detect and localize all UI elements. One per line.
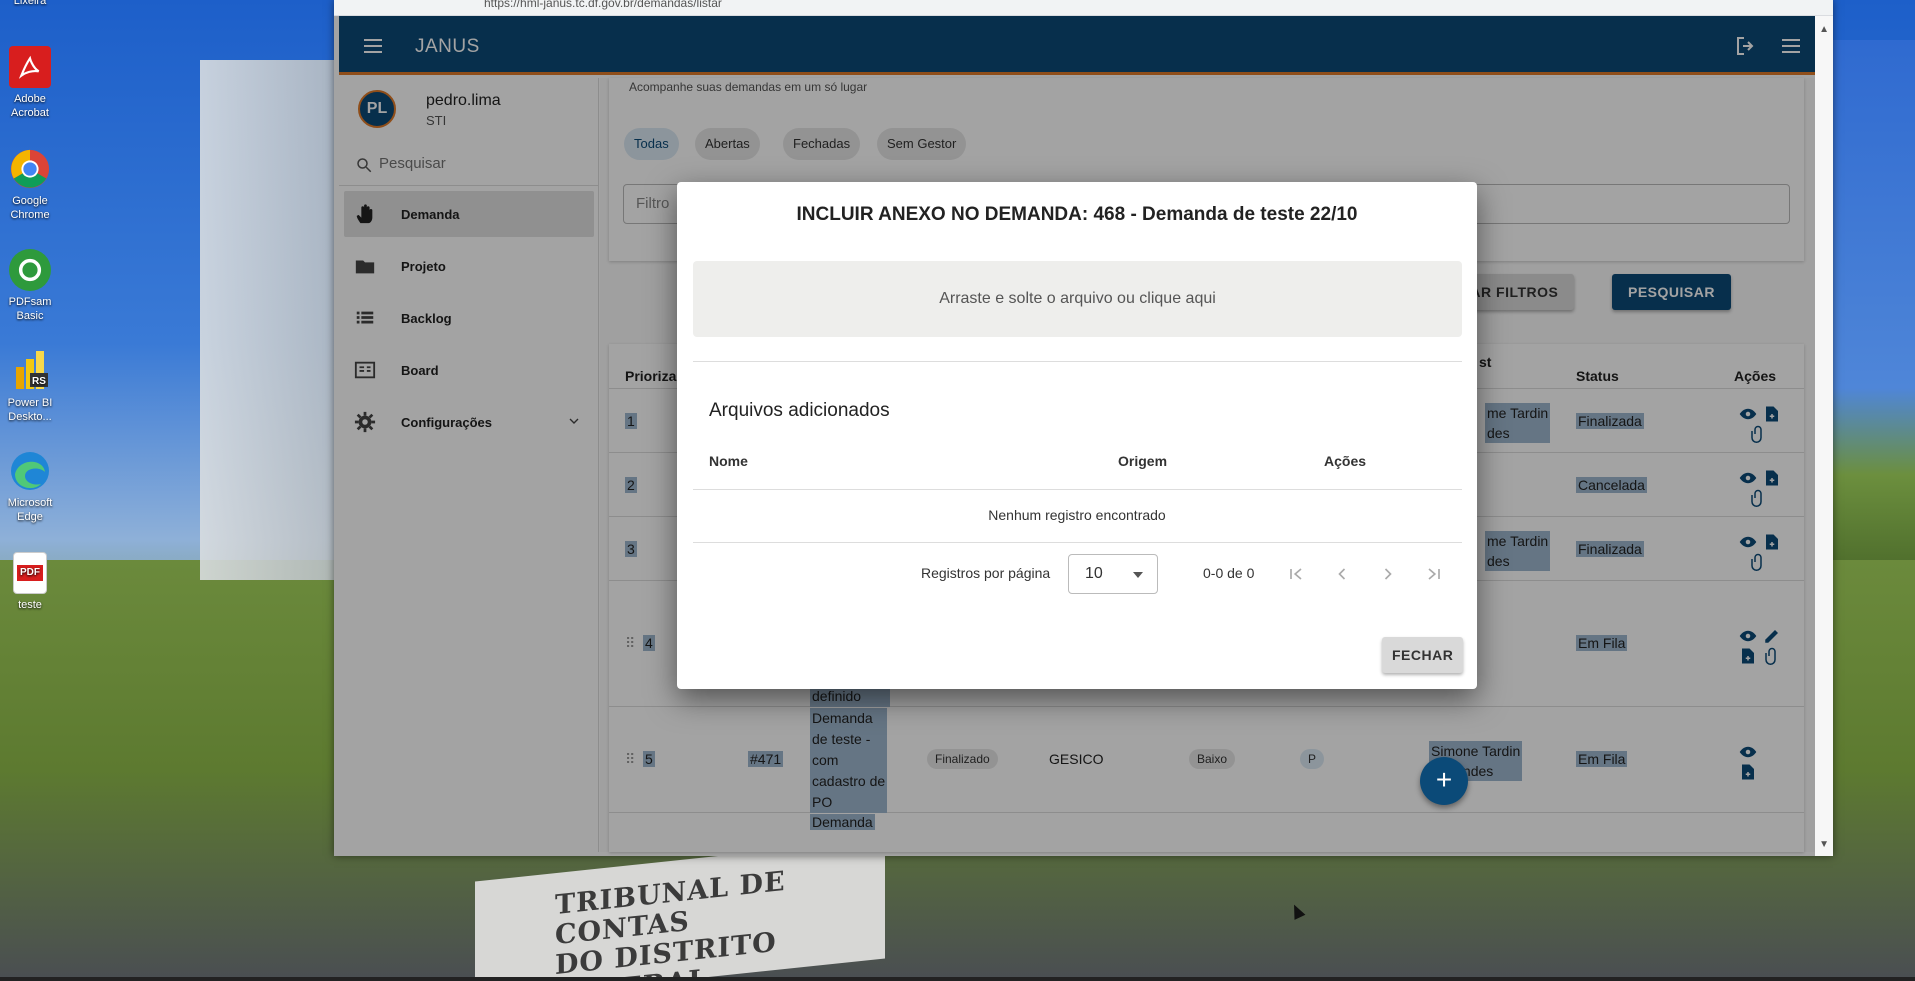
desktop-icon-label: Adobe Acrobat [11,93,49,119]
add-demand-button[interactable]: + [1420,757,1468,805]
column-header: Nome [709,453,748,469]
powerbi-icon: RS [9,350,51,392]
desktop-icon-label: Google Chrome [10,195,50,221]
rows-per-page-label: Registros por página [921,565,1051,581]
scrollbar[interactable]: ▲ ▼ [1815,16,1833,856]
adobe-acrobat-icon [9,46,51,88]
previous-page-icon[interactable] [1332,564,1352,584]
edge-icon [9,450,51,492]
pagination-range: 0-0 de 0 [1203,565,1255,581]
divider [693,489,1462,490]
browser-toolbar: https://hml-janus.tc.df.gov.br/demandas/… [334,0,1833,16]
divider [693,542,1462,543]
address-bar[interactable]: https://hml-janus.tc.df.gov.br/demandas/… [484,0,722,10]
desktop-icon-label: PDFsam Basic [8,296,52,322]
close-button[interactable]: FECHAR [1382,637,1464,673]
files-section-title: Arquivos adicionados [709,400,890,421]
attachment-dialog: INCLUIR ANEXO NO DEMANDA: 468 - Demanda … [677,182,1477,689]
desktop-icon-label: Power BI Deskto... [7,397,53,423]
file-dropzone[interactable]: Arraste e solte o arquivo ou clique aqui [693,261,1462,337]
dialog-title: INCLUIR ANEXO NO DEMANDA: 468 - Demanda … [796,204,1358,225]
column-header: Ações [1324,453,1367,469]
desktop-icon-label: Microsoft Edge [7,497,53,523]
first-page-icon[interactable] [1286,564,1306,584]
desktop-icon-edge[interactable]: Microsoft Edge [0,450,60,524]
scroll-up-icon[interactable]: ▲ [1819,24,1829,35]
rows-per-page-select[interactable]: 10 [1068,554,1158,594]
caret-down-icon [1133,572,1143,578]
desktop-icon-teste[interactable]: PDF teste [0,552,60,612]
desktop-icon-chrome[interactable]: Google Chrome [0,148,60,222]
next-page-icon[interactable] [1378,564,1398,584]
desktop-icon-lixeira[interactable]: Lixeira [0,0,60,8]
last-page-icon[interactable] [1424,564,1444,584]
taskbar [0,977,1915,981]
svg-text:RS: RS [32,376,46,387]
desktop-icon-adobe-acrobat[interactable]: Adobe Acrobat [0,46,60,120]
desktop-icon-label: Lixeira [13,0,47,7]
desktop-building [200,60,335,580]
desktop-icon-pdfsam[interactable]: PDFsam Basic [0,249,60,323]
chrome-icon [9,148,51,190]
desktop-icon-label: teste [18,599,42,611]
column-header: Origem [1118,453,1168,469]
empty-state: Nenhum registro encontrado [988,507,1166,523]
pdf-file-icon: PDF [13,552,47,594]
pdfsam-icon [9,249,51,291]
divider [693,361,1462,362]
desktop-icon-powerbi[interactable]: RS Power BI Deskto... [0,350,60,424]
rows-per-page-value: 10 [1085,565,1103,582]
scroll-down-icon[interactable]: ▼ [1819,839,1829,850]
